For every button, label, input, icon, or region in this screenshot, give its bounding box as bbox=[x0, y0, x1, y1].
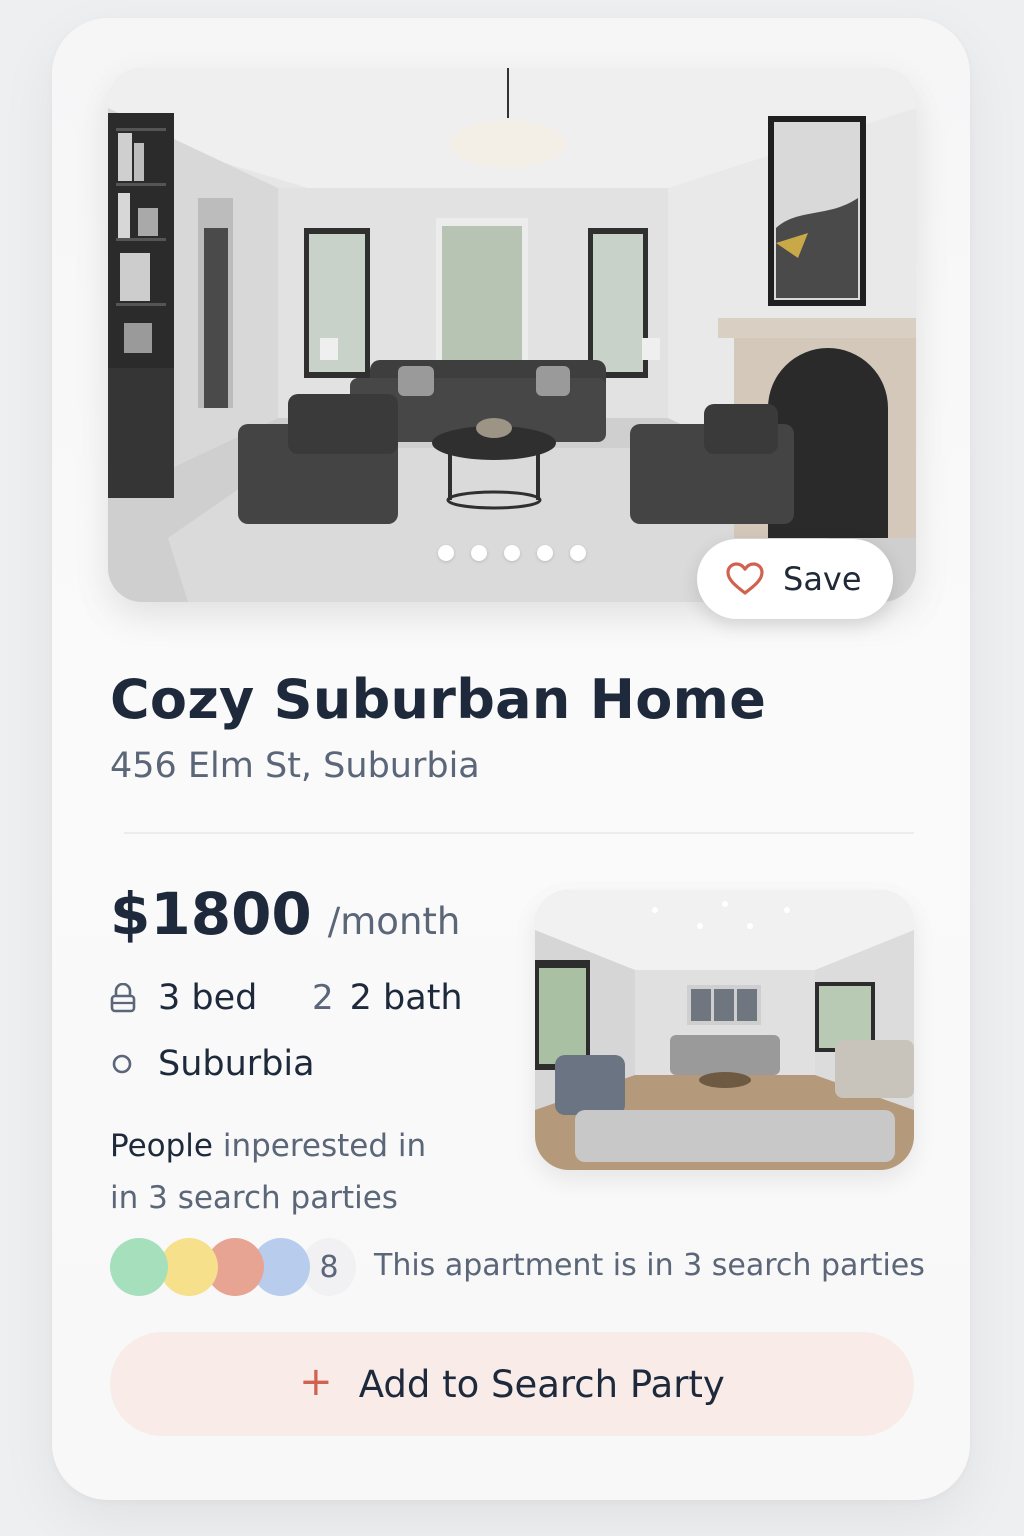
avatar[interactable] bbox=[110, 1238, 168, 1296]
carousel-dot[interactable] bbox=[471, 545, 487, 561]
heart-outline-icon bbox=[726, 562, 764, 595]
interest-rest: inperested in bbox=[213, 1128, 427, 1164]
carousel-dot[interactable] bbox=[438, 545, 454, 561]
add-to-search-party-button[interactable]: + Add to Search Party bbox=[110, 1332, 914, 1436]
price-block: $1800 /month bbox=[110, 880, 460, 948]
carousel-dot[interactable] bbox=[570, 545, 586, 561]
hero-photo[interactable] bbox=[108, 68, 916, 602]
living-room-photo-2 bbox=[535, 890, 914, 1170]
baths-label: 2 bath bbox=[349, 978, 463, 1018]
listing-title: Cozy Suburban Home bbox=[110, 668, 767, 731]
lock-icon bbox=[110, 983, 136, 1013]
photo-carousel-dots[interactable] bbox=[438, 545, 586, 561]
living-room-photo bbox=[108, 68, 916, 602]
bath-number: 2 bbox=[312, 978, 334, 1018]
price-amount: $1800 bbox=[110, 880, 312, 948]
interest-line2: in 3 search parties bbox=[110, 1180, 398, 1216]
location-circle-icon bbox=[112, 1054, 132, 1074]
party-note: This apartment is in 3 search parties bbox=[374, 1248, 925, 1283]
price-unit: /month bbox=[327, 900, 461, 943]
interest-strong: People bbox=[110, 1128, 213, 1164]
interest-text: People inperested in in 3 search parties bbox=[110, 1120, 470, 1224]
divider bbox=[124, 832, 914, 834]
beds-label: 3 bed bbox=[158, 978, 258, 1018]
avatar[interactable] bbox=[160, 1238, 218, 1296]
add-button-label: Add to Search Party bbox=[358, 1362, 725, 1406]
neighborhood-label: Suburbia bbox=[158, 1044, 315, 1084]
listing-address: 456 Elm St, Suburbia bbox=[110, 746, 480, 786]
carousel-dot[interactable] bbox=[537, 545, 553, 561]
baths-feature: 2 2 bath bbox=[312, 978, 463, 1018]
beds-feature: 3 bed bbox=[110, 978, 257, 1018]
secondary-photo[interactable] bbox=[535, 890, 914, 1170]
save-label: Save bbox=[783, 560, 862, 598]
carousel-dot[interactable] bbox=[504, 545, 520, 561]
plus-icon: + bbox=[299, 1359, 333, 1405]
party-count-badge[interactable]: 8 bbox=[302, 1238, 356, 1296]
save-button[interactable]: Save bbox=[697, 539, 893, 619]
neighborhood-feature: Suburbia bbox=[110, 1044, 315, 1084]
